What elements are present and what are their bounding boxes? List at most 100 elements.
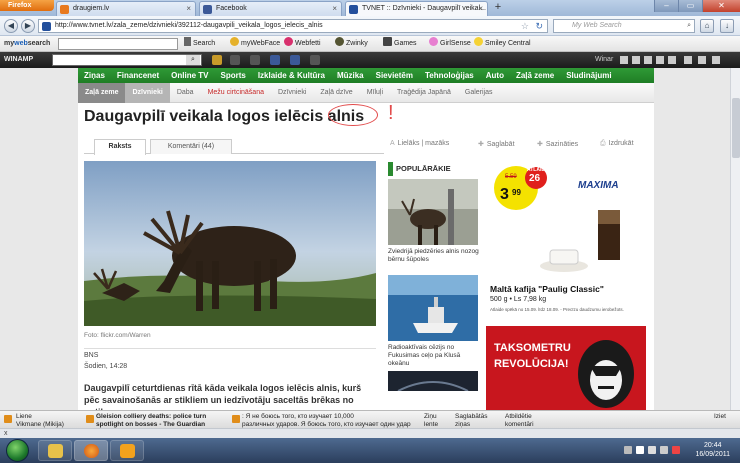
reload-icon[interactable]: ↻ (535, 20, 543, 32)
scrollbar-thumb[interactable] (732, 98, 740, 158)
subnav-zala-dzive[interactable]: Zaļā dzīve (313, 89, 359, 96)
nav-online-tv[interactable]: Online TV (171, 71, 208, 80)
winamp-tool-icon[interactable] (310, 55, 320, 65)
contact-tool[interactable]: ✚ Sazināties (537, 140, 578, 148)
home-icon[interactable]: ⌂ (700, 19, 714, 33)
action-center-icon[interactable] (636, 446, 644, 454)
subnav-dzivnieki-active[interactable]: Dzīvnieki (125, 82, 170, 103)
taxi-revolution-ad[interactable]: TAKSOMETRU REVOLŪCIJA! (486, 326, 646, 410)
downloads-icon[interactable]: ↓ (720, 19, 734, 33)
popular-item-image[interactable] (388, 179, 478, 245)
taskbar-explorer[interactable] (38, 440, 72, 461)
mws-zwinky[interactable]: Zwinky (335, 36, 368, 52)
facebook-icon[interactable] (270, 55, 280, 65)
maxima-coffee-ad[interactable]: 5.59 ATLAIDE 26 3 99 MAXIMA Maltā kafija… (486, 162, 646, 322)
subnav-tragedija-japana[interactable]: Traģēdija Japānā (390, 89, 458, 96)
close-tab-icon[interactable]: × (332, 2, 337, 16)
news-feed-link[interactable]: Ziņu lente (424, 413, 452, 428)
mws-search-input[interactable] (58, 38, 178, 50)
news-item[interactable]: Gleision colliery deaths: police turn spo… (96, 413, 226, 428)
nav-financenet[interactable]: Financenet (117, 71, 159, 80)
network-icon[interactable] (648, 446, 656, 454)
subnav-mezu-cirtcinasana[interactable]: Mežu cirtcināšana (201, 89, 271, 96)
winamp-tool-icon[interactable] (230, 55, 240, 65)
tab-draugiem[interactable]: draugiem.lv × (56, 1, 196, 16)
nav-muzika[interactable]: Mūzika (337, 71, 364, 80)
nav-tehnologijas[interactable]: Tehnoloģijas (425, 71, 474, 80)
answered-comments-link[interactable]: Atbildētie komentāri (505, 413, 549, 428)
web-search-input[interactable]: My Web Search ⌕ (553, 19, 695, 33)
winamp-menu-icon[interactable] (712, 56, 720, 64)
subnav-galerijas[interactable]: Galerijas (458, 89, 500, 96)
page-scrollbar[interactable] (730, 68, 740, 410)
tray-show-hidden-icon[interactable] (624, 446, 632, 454)
nav-izklaide[interactable]: Izklaide & Kultūra (258, 71, 325, 80)
status-close-icon[interactable]: x (4, 430, 8, 437)
close-tab-icon[interactable]: × (186, 2, 191, 16)
saved-news-link[interactable]: Saglabātās ziņas (455, 413, 499, 428)
nav-zala-zeme[interactable]: Zaļā zeme (516, 71, 554, 80)
mws-search-button[interactable]: Search (184, 36, 215, 52)
subnav-daba[interactable]: Daba (170, 89, 201, 96)
maximize-icon[interactable]: ▭ (678, 0, 702, 12)
taskbar-media-player[interactable] (110, 440, 144, 461)
winamp-tool-icon[interactable] (250, 55, 260, 65)
winamp-search-button[interactable]: ⌕ (186, 55, 200, 65)
font-size-tool[interactable]: A Lielāks | mazāks (390, 140, 449, 147)
nav-sports[interactable]: Sports (220, 71, 245, 80)
close-tab-icon[interactable]: × (478, 2, 483, 16)
taskbar-firefox[interactable] (74, 440, 108, 461)
subnav-dzivnieki[interactable]: Dzīvnieki (271, 89, 313, 96)
print-tool[interactable]: ⎙ Izdrukāt (600, 140, 634, 148)
start-button[interactable] (6, 439, 29, 462)
play-icon[interactable] (632, 56, 640, 64)
tab-comments[interactable]: Komentāri (44) (150, 139, 232, 154)
news-item[interactable]: Liene Vikmane (Mikija) (16, 413, 86, 428)
mws-girlsense[interactable]: GirlSense (429, 36, 471, 52)
nav-auto[interactable]: Auto (486, 71, 504, 80)
popular-item-title[interactable]: Zviedrijā piedzēries alnis nozog bērnu š… (388, 248, 480, 272)
winamp-search-input[interactable] (52, 54, 202, 66)
article-photo-moose[interactable] (84, 161, 376, 326)
facebook-icon[interactable] (290, 55, 300, 65)
search-icon[interactable]: ⌕ (687, 20, 691, 32)
tray-app-icon[interactable] (672, 446, 680, 454)
firefox-menu-button[interactable]: Firefox (0, 0, 54, 11)
pause-icon[interactable] (644, 56, 652, 64)
new-tab-button[interactable]: + (491, 1, 505, 15)
nav-sievietem[interactable]: Sievietēm (376, 71, 413, 80)
subnav-zala-zeme[interactable]: Zaļā zeme (78, 82, 126, 103)
mws-mywebface[interactable]: myWebFace (230, 36, 280, 52)
exit-link[interactable]: Iziet (714, 413, 736, 421)
tab-tvnet[interactable]: TVNET :: Dzīvnieki - Daugavpilī veikal..… (345, 1, 488, 16)
news-item[interactable]: : Я не боюсь того, кто изучает 10,000 раз… (242, 413, 414, 428)
subnav-miluli[interactable]: Mīluļi (360, 89, 390, 96)
tab-article[interactable]: Raksts (94, 139, 146, 155)
volume-icon[interactable] (684, 56, 692, 64)
stop-icon[interactable] (656, 56, 664, 64)
winamp-player-icon[interactable] (212, 55, 222, 65)
forward-icon[interactable]: ▶ (21, 19, 35, 33)
taskbar-clock[interactable]: 20:44 16/09/2011 (695, 441, 730, 459)
popular-item-image[interactable] (388, 275, 478, 341)
popular-item-image[interactable] (388, 371, 478, 391)
article-content: Ziņas Financenet Online TV Sports Izklai… (78, 68, 654, 410)
popular-item-title[interactable]: Radioaktīvais cēzijs no Fukusimas ceļo p… (388, 344, 480, 368)
mws-webfetti[interactable]: Webfetti (284, 36, 321, 52)
save-tool[interactable]: ✚ Saglabāt (478, 140, 515, 148)
folder-icon (48, 444, 63, 458)
nav-sludinajumi[interactable]: Sludinājumi (566, 71, 611, 80)
mws-smiley-central[interactable]: Smiley Central (474, 36, 531, 52)
next-track-icon[interactable] (668, 56, 676, 64)
nav-zinas[interactable]: Ziņas (84, 71, 105, 80)
minimize-icon[interactable]: – (654, 0, 678, 12)
url-bar[interactable]: http://www.tvnet.lv/zala_zeme/dzivnieki/… (38, 19, 548, 33)
volume-icon[interactable] (660, 446, 668, 454)
back-icon[interactable]: ◀ (4, 19, 18, 33)
tab-facebook[interactable]: Facebook × (199, 1, 342, 16)
close-window-icon[interactable]: ✕ (702, 0, 740, 12)
bookmark-star-icon[interactable]: ☆ (521, 20, 529, 32)
prev-track-icon[interactable] (620, 56, 628, 64)
mws-games[interactable]: Games (383, 36, 417, 52)
winamp-settings-icon[interactable] (698, 56, 706, 64)
